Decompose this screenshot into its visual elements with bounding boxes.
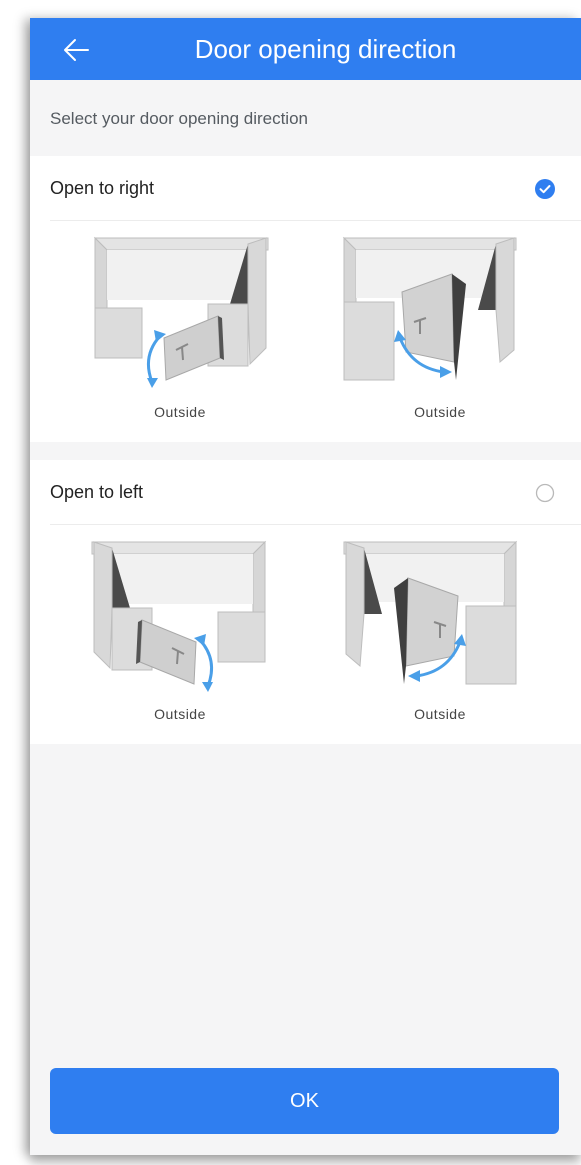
door-scene-image xyxy=(343,540,518,685)
door-illustration-right-1[interactable]: Outside xyxy=(80,230,280,430)
option-row-open-right[interactable]: Open to right xyxy=(30,156,581,220)
back-button[interactable] xyxy=(56,30,96,70)
door-scene-image xyxy=(91,540,267,692)
row-divider xyxy=(50,220,581,221)
door-illustration-right-2[interactable]: Outside xyxy=(340,230,540,430)
unchecked-circle-icon[interactable] xyxy=(535,483,555,503)
door-illustration-left-1[interactable]: Outside xyxy=(80,534,280,734)
phone-screen: Door opening direction Select your door … xyxy=(30,18,581,1155)
row-divider xyxy=(50,524,581,525)
arrow-left-icon xyxy=(64,39,89,61)
outside-caption: Outside xyxy=(154,706,206,722)
door-scene-image xyxy=(93,236,269,388)
option-card-right: Open to right Outside Outside xyxy=(30,156,581,442)
outside-caption: Outside xyxy=(414,404,466,420)
screen-frame: Door opening direction Select your door … xyxy=(0,0,581,1165)
option-label: Open to left xyxy=(50,482,144,502)
option-card-left: Open to left Outside Outside xyxy=(30,460,581,744)
ok-button[interactable]: OK xyxy=(50,1068,559,1134)
door-scene-image xyxy=(342,236,517,381)
option-label: Open to right xyxy=(50,178,155,198)
checked-circle-icon[interactable] xyxy=(535,179,555,199)
page-title: Door opening direction xyxy=(194,34,457,64)
door-illustration-left-2[interactable]: Outside xyxy=(340,534,540,734)
app-header: Door opening direction xyxy=(30,18,581,80)
outside-caption: Outside xyxy=(414,706,466,722)
option-row-open-left[interactable]: Open to left xyxy=(30,460,581,524)
instruction-text: Select your door opening direction xyxy=(50,109,308,128)
outside-caption: Outside xyxy=(154,404,206,420)
